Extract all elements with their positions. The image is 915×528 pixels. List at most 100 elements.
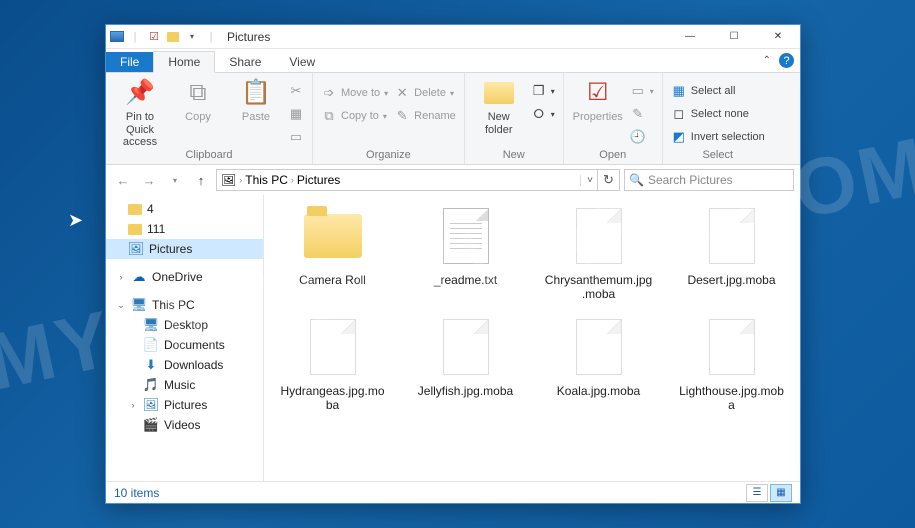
copypath-button[interactable]: ▦ [288, 104, 304, 124]
nav-item-onedrive[interactable]: ›☁OneDrive [106, 267, 263, 287]
nav-item-desktop[interactable]: 🖥Desktop [106, 315, 263, 335]
file-item[interactable]: Camera Roll [270, 203, 395, 302]
newitem-button[interactable]: ❒▾ [531, 81, 555, 101]
delete-button[interactable]: ✕Delete▾ [394, 83, 456, 103]
help-icon[interactable]: ? [779, 53, 794, 68]
titlebar: | ☑ ▾ | Pictures — ☐ ✕ [106, 25, 800, 49]
nav-item-pictures-sub[interactable]: ›🖼Pictures [106, 395, 263, 415]
qat-dropdown-icon[interactable]: ▾ [184, 29, 200, 45]
address-row: ← → ▾ ↑ 🖼 › This PC › Pictures ˅ ↻ 🔍 Sea… [106, 165, 800, 195]
pictures-icon: 🖼 [128, 241, 144, 257]
history-button[interactable]: 🕘 [630, 127, 654, 147]
maximize-button[interactable]: ☐ [712, 26, 756, 48]
chevron-right-icon-2[interactable]: › [291, 175, 294, 185]
music-icon: 🎵 [143, 377, 159, 393]
file-item[interactable]: Koala.jpg.moba [536, 314, 661, 413]
file-label: Desert.jpg.moba [687, 273, 775, 287]
pasteshortcut-button[interactable]: ▭ [288, 127, 304, 147]
copyto-button[interactable]: ⧉Copy to▾ [321, 106, 388, 126]
properties-qat-icon[interactable]: ☑ [146, 29, 162, 45]
pictures-icon: 🖼 [143, 397, 159, 413]
edit-button[interactable]: ✎ [630, 104, 654, 124]
file-label: Hydrangeas.jpg.moba [278, 384, 388, 413]
tab-share[interactable]: Share [215, 52, 275, 72]
navigation-pane: 4 111 🖼Pictures ›☁OneDrive ⌄🖥This PC 🖥De… [106, 195, 264, 481]
collapse-ribbon-icon[interactable]: ⌃ [763, 55, 771, 66]
properties-button[interactable]: ☑ Properties [572, 77, 624, 124]
history-icon: 🕘 [630, 129, 646, 145]
minimize-button[interactable]: — [668, 26, 712, 48]
nav-item-111[interactable]: 111 [106, 219, 263, 239]
close-button[interactable]: ✕ [756, 26, 800, 48]
file-item[interactable]: Lighthouse.jpg.moba [669, 314, 794, 413]
documents-icon: 📄 [143, 337, 159, 353]
copy-icon: ⧉ [182, 77, 214, 109]
newfolder-qat-icon[interactable] [165, 29, 181, 45]
selectall-button[interactable]: ▦Select all [671, 81, 765, 101]
collapse-icon[interactable]: ⌄ [116, 300, 126, 311]
refresh-button[interactable]: ↻ [598, 169, 620, 191]
pin-button[interactable]: 📌 Pin to Quick access [114, 77, 166, 149]
recent-dropdown[interactable]: ▾ [164, 169, 186, 191]
file-item[interactable]: _readme.txt [403, 203, 528, 302]
tab-home[interactable]: Home [153, 51, 215, 73]
file-item[interactable]: Hydrangeas.jpg.moba [270, 314, 395, 413]
breadcrumb-thispc[interactable]: This PC [245, 173, 288, 187]
ribbon-group-open: ☑ Properties ▭▾ ✎ 🕘 Open [564, 73, 663, 164]
file-label: Jellyfish.jpg.moba [418, 384, 513, 398]
details-view-button[interactable]: ☰ [746, 484, 768, 502]
tab-view[interactable]: View [275, 52, 329, 72]
newitem-icon: ❒ [531, 83, 547, 99]
breadcrumb-current[interactable]: Pictures [297, 173, 340, 187]
content-area[interactable]: Camera Roll _readme.txt Chrysanthemum.jpg.… [264, 195, 800, 481]
textfile-icon [432, 203, 500, 269]
selectnone-icon: ◻ [671, 106, 687, 122]
open-button[interactable]: ▭▾ [630, 81, 654, 101]
item-count: 10 items [114, 486, 159, 500]
paste-label: Paste [242, 111, 270, 124]
easyaccess-button[interactable]: ⭘▾ [531, 104, 555, 124]
tab-file[interactable]: File [106, 52, 153, 72]
cut-button[interactable]: ✂ [288, 81, 304, 101]
nav-item-music[interactable]: 🎵Music [106, 375, 263, 395]
edit-icon: ✎ [630, 106, 646, 122]
invertselection-button[interactable]: ◩Invert selection [671, 127, 765, 147]
open-group-label: Open [599, 149, 626, 161]
open-icon: ▭ [630, 83, 646, 99]
file-label: Chrysanthemum.jpg.moba [544, 273, 654, 302]
file-item[interactable]: Jellyfish.jpg.moba [403, 314, 528, 413]
up-button[interactable]: ↑ [190, 169, 212, 191]
blankfile-icon [299, 314, 367, 380]
address-bar[interactable]: 🖼 › This PC › Pictures ˅ [216, 169, 598, 191]
back-button[interactable]: ← [112, 169, 134, 191]
folder-icon [299, 203, 367, 269]
copy-button[interactable]: ⧉ Copy [172, 77, 224, 124]
paste-button[interactable]: 📋 Paste [230, 77, 282, 124]
folder-icon [128, 224, 142, 235]
selectnone-button[interactable]: ◻Select none [671, 104, 765, 124]
easyaccess-icon: ⭘ [531, 106, 547, 122]
explorer-window: | ☑ ▾ | Pictures — ☐ ✕ File Home Share V… [105, 24, 801, 504]
delete-icon: ✕ [394, 85, 410, 101]
explorer-icon [110, 31, 124, 42]
icons-view-button[interactable]: ▦ [770, 484, 792, 502]
clipboard-group-label: Clipboard [185, 149, 232, 161]
nav-item-pictures[interactable]: 🖼Pictures [106, 239, 263, 259]
chevron-right-icon[interactable]: › [239, 175, 242, 185]
rename-button[interactable]: ✎Rename [394, 106, 456, 126]
expand-icon[interactable]: › [128, 400, 138, 410]
search-input[interactable]: 🔍 Search Pictures [624, 169, 794, 191]
nav-item-documents[interactable]: 📄Documents [106, 335, 263, 355]
address-dropdown-icon[interactable]: ˅ [580, 175, 593, 186]
nav-item-videos[interactable]: 🎬Videos [106, 415, 263, 435]
expand-icon[interactable]: › [116, 272, 126, 282]
blankfile-icon [698, 203, 766, 269]
nav-item-thispc[interactable]: ⌄🖥This PC [106, 295, 263, 315]
file-label: Camera Roll [299, 273, 366, 287]
file-item[interactable]: Chrysanthemum.jpg.moba [536, 203, 661, 302]
moveto-button[interactable]: ➩Move to▾ [321, 83, 388, 103]
nav-item-4[interactable]: 4 [106, 199, 263, 219]
file-item[interactable]: Desert.jpg.moba [669, 203, 794, 302]
nav-item-downloads[interactable]: ⬇Downloads [106, 355, 263, 375]
newfolder-button[interactable]: New folder [473, 77, 525, 136]
